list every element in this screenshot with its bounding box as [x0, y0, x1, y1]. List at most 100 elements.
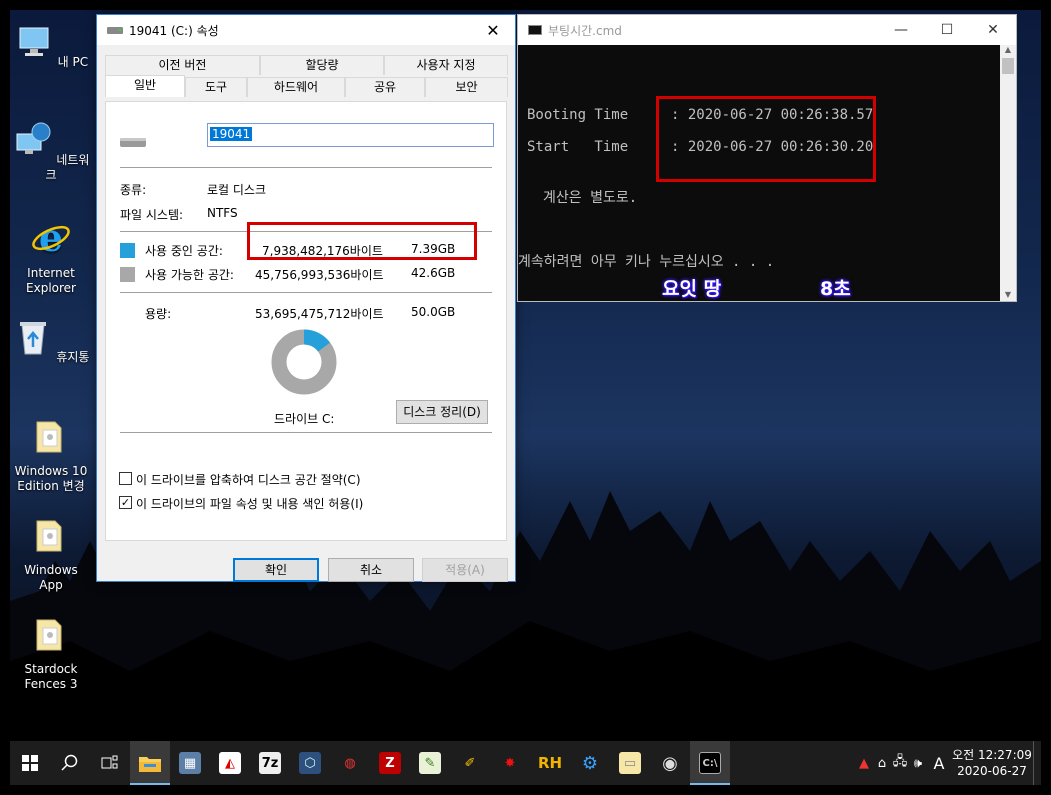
cmd-icon — [528, 25, 542, 35]
desktop-icon-network[interactable]: 네트워크 — [11, 120, 91, 183]
volume-icon[interactable]: 🕪 — [909, 756, 927, 771]
highlight-box — [247, 222, 477, 260]
index-label: 이 드라이브의 파일 속성 및 내용 색인 허용(I) — [136, 497, 364, 511]
tab-customize[interactable]: 사용자 지정 — [384, 55, 508, 75]
tab-quota[interactable]: 할당량 — [260, 55, 384, 75]
desktop-icon-internet-explorer[interactable]: e Internet Explorer — [11, 215, 91, 296]
search-icon — [61, 754, 78, 771]
desktop-icon-label: Internet Explorer — [26, 266, 76, 295]
filezilla-icon: Z — [379, 752, 401, 774]
start-icon — [22, 755, 38, 771]
taskbar-folder[interactable]: ▭ — [610, 741, 650, 785]
system-tray: ▲ ⌂ 🖧 🕪 A 오전 12:27:09 2020-06-27 — [855, 741, 1041, 785]
desktop-icon-windows-app[interactable]: Windows App — [11, 515, 91, 593]
drive-letter-label: 드라이브 C: — [274, 412, 335, 426]
taskbar-editor[interactable]: ✐ — [450, 741, 490, 785]
tab-security[interactable]: 보안 — [425, 77, 508, 97]
minimize-icon[interactable]: — — [878, 22, 924, 38]
cmd-titlebar[interactable]: 부팅시간.cmd — ☐ ✕ — [518, 15, 1016, 45]
clock[interactable]: 오전 12:27:09 2020-06-27 — [951, 747, 1033, 779]
taskbar-app[interactable]: ◍ — [330, 741, 370, 785]
folder-icon — [36, 619, 62, 651]
tab-general[interactable]: 일반 — [105, 75, 185, 97]
taskbar-file-explorer[interactable] — [130, 741, 170, 785]
clock-date: 2020-06-27 — [957, 764, 1027, 778]
scroll-up-icon[interactable]: ▲ — [1000, 45, 1016, 54]
folder-icon — [36, 520, 62, 552]
free-space-bytes: 45,756,993,536바이트 — [255, 268, 384, 282]
tab-tools[interactable]: 도구 — [185, 77, 247, 97]
disk-cleanup-button[interactable]: 디스크 정리(D) — [396, 400, 488, 424]
taskbar-calculator[interactable]: ▦ — [170, 741, 210, 785]
overlay-caption: 요잇 땅 — [662, 278, 722, 300]
dialog-titlebar[interactable]: 19041 (C:) 속성 ✕ — [97, 15, 515, 45]
internet-explorer-icon: e — [32, 215, 70, 260]
desktop-icon-label: 네트워크 — [45, 153, 90, 182]
clock-time: 오전 12:27:09 — [952, 748, 1032, 762]
search-button[interactable] — [50, 741, 90, 785]
type-value: 로컬 디스크 — [207, 183, 267, 197]
taskbar-filezilla[interactable]: Z — [370, 741, 410, 785]
compress-checkbox[interactable] — [119, 472, 132, 485]
network-icon[interactable]: 🖧 — [891, 752, 909, 774]
highlight-box — [656, 96, 876, 182]
show-desktop-button[interactable] — [1033, 741, 1041, 785]
close-icon[interactable]: ✕ — [970, 22, 1016, 38]
desktop-icon-windows10-edition[interactable]: Windows 10 Edition 변경 — [11, 416, 91, 494]
taskbar-cmd[interactable]: C:\ — [690, 741, 730, 785]
filesystem-value: NTFS — [207, 206, 238, 220]
cancel-button[interactable]: 취소 — [328, 558, 414, 582]
separator — [120, 292, 492, 293]
start-button[interactable] — [10, 741, 50, 785]
capacity-gb: 50.0GB — [411, 305, 456, 319]
booting-time-label: Booting Time — [527, 107, 629, 123]
tray-app-icon[interactable]: ▲ — [855, 756, 873, 771]
taskbar-app[interactable]: ◭ — [210, 741, 250, 785]
continue-prompt: 계속하려면 아무 키나 누르십시오 . . . — [518, 254, 775, 270]
scroll-down-icon[interactable]: ▼ — [1000, 290, 1016, 299]
tab-row-top: 이전 버전 할당량 사용자 지정 — [105, 55, 508, 75]
cmd-scrollbar[interactable]: ▲ ▼ — [1000, 45, 1016, 301]
taskbar-7zip[interactable]: 7z — [250, 741, 290, 785]
index-checkbox[interactable]: ✓ — [119, 496, 132, 509]
desktop-icon-recycle-bin[interactable]: 휴지통 — [11, 317, 91, 365]
taskbar-resource-hacker[interactable]: RH — [530, 741, 570, 785]
cmd-icon: C:\ — [699, 752, 721, 774]
recycle-bin-icon — [19, 322, 46, 355]
task-view-icon — [101, 755, 118, 769]
tab-row-bottom: 일반 도구 하드웨어 공유 보안 — [105, 75, 508, 97]
desktop-icon-stardock-fences[interactable]: Stardock Fences 3 — [11, 614, 91, 692]
tab-previous-versions[interactable]: 이전 버전 — [105, 55, 260, 75]
desktop-icon-label: 내 PC — [57, 55, 89, 69]
scroll-thumb[interactable] — [1002, 58, 1014, 74]
apply-button[interactable]: 적용(A) — [422, 558, 508, 582]
taskbar-app[interactable]: ✸ — [490, 741, 530, 785]
drive-name-input[interactable]: 19041 — [207, 123, 494, 147]
tab-hardware[interactable]: 하드웨어 — [247, 77, 345, 97]
ok-button[interactable]: 확인 — [233, 558, 319, 582]
taskbar-settings[interactable]: ⚙ — [570, 741, 610, 785]
folder-icon — [36, 421, 62, 453]
taskbar-notepad[interactable]: ✎ — [410, 741, 450, 785]
check-icon: ✓ — [120, 496, 131, 509]
taskbar-media[interactable]: ◉ — [650, 741, 690, 785]
desktop-icon-label: Stardock Fences 3 — [24, 662, 78, 691]
capacity-label: 용량: — [145, 307, 172, 321]
desktop-icon-label: Windows App — [24, 563, 78, 592]
taskbar-virtualbox[interactable]: ⬡ — [290, 741, 330, 785]
7zip-icon: 7z — [259, 752, 281, 774]
ime-indicator[interactable]: A — [927, 754, 951, 773]
desktop-icon-label: Windows 10 Edition 변경 — [14, 464, 88, 493]
drive-name-value: 19041 — [210, 127, 253, 141]
task-view-button[interactable] — [90, 741, 130, 785]
app-icon: ✸ — [504, 755, 516, 771]
desktop-icon-this-pc[interactable]: 내 PC — [11, 22, 91, 70]
tab-sharing[interactable]: 공유 — [345, 77, 425, 97]
drive-icon — [120, 138, 146, 147]
network-icon — [16, 122, 51, 154]
close-icon[interactable]: ✕ — [471, 15, 515, 45]
usb-icon[interactable]: ⌂ — [873, 756, 891, 771]
settings-icon: ⚙ — [581, 752, 599, 774]
maximize-icon[interactable]: ☐ — [924, 22, 970, 38]
app-icon: ◭ — [219, 752, 241, 774]
